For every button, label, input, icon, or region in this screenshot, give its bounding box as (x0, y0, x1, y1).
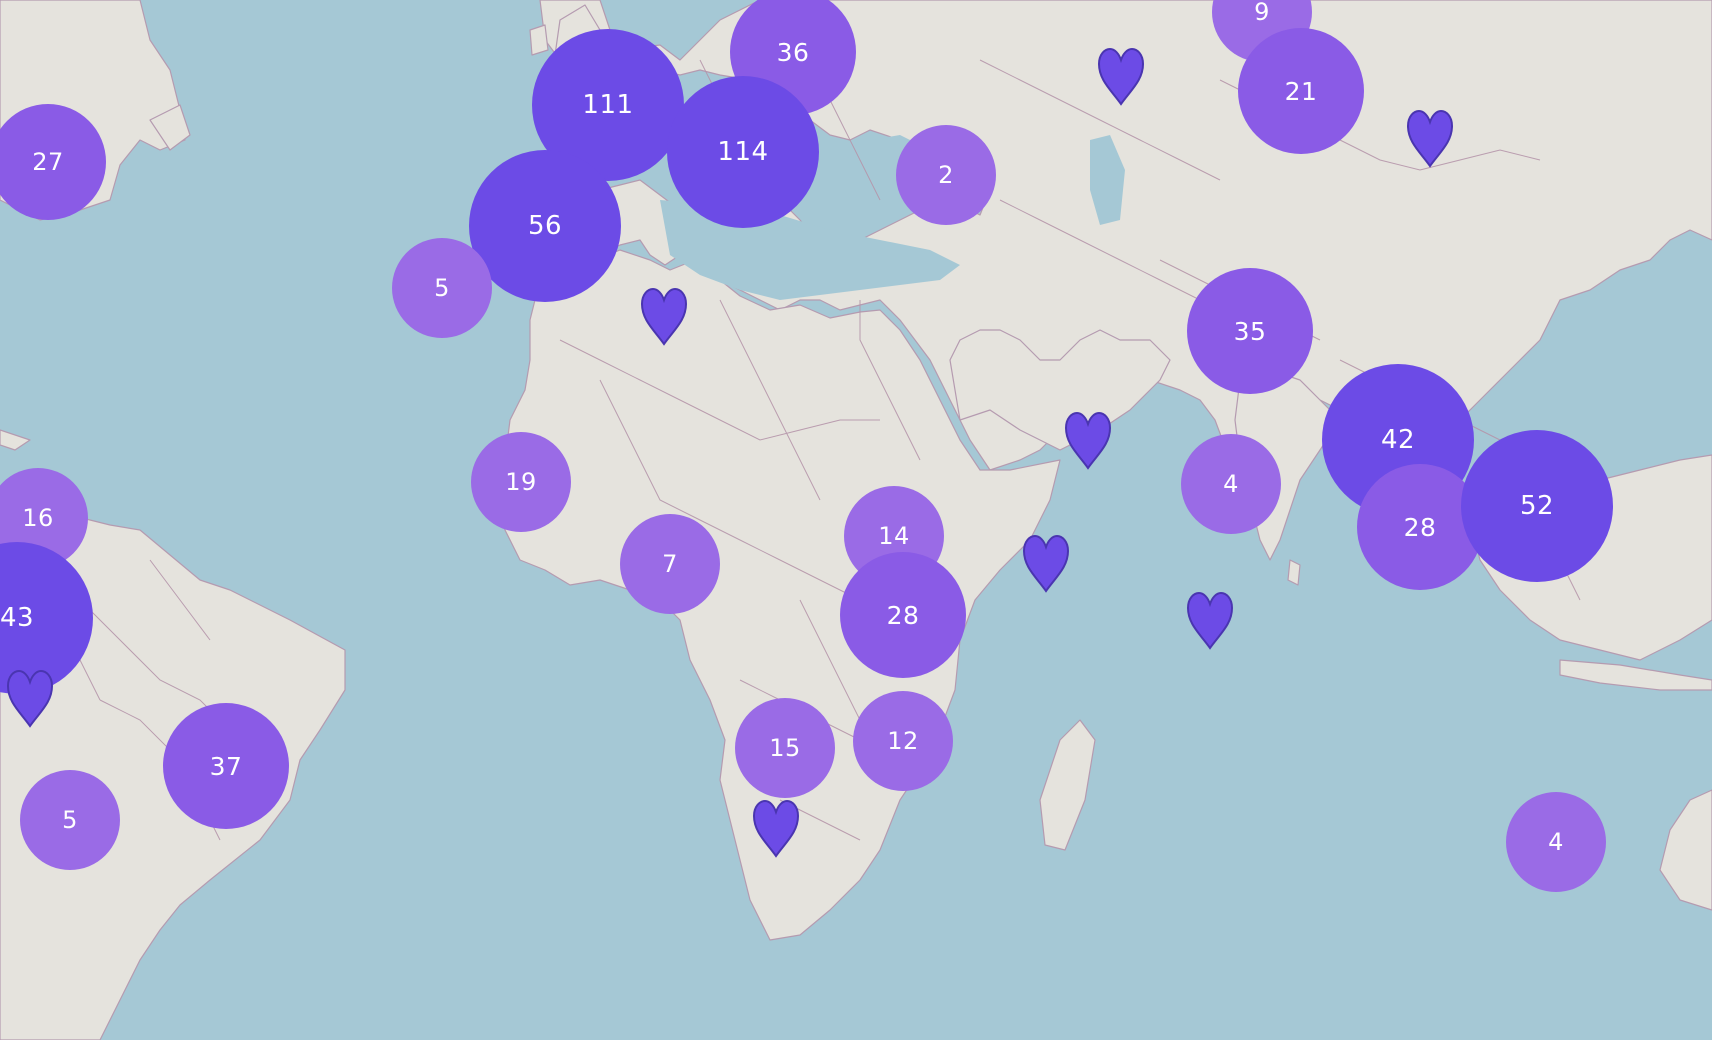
cluster-count: 14 (878, 522, 910, 550)
cluster-marker-caucasus[interactable]: 2 (896, 125, 996, 225)
cluster-count: 16 (22, 504, 54, 532)
cluster-count: 114 (717, 137, 769, 167)
cluster-count: 28 (1403, 512, 1437, 542)
cluster-marker-srilanka[interactable]: 4 (1181, 434, 1281, 534)
cluster-marker-canary[interactable]: 5 (392, 238, 492, 338)
cluster-count: 15 (769, 734, 801, 762)
cluster-count: 36 (776, 37, 810, 67)
cluster-count: 9 (1254, 0, 1270, 26)
cluster-count: 7 (662, 550, 678, 578)
cluster-marker-indonesia[interactable]: 52 (1461, 430, 1613, 582)
cluster-count: 21 (1284, 76, 1318, 106)
cluster-marker-west-africa[interactable]: 19 (471, 432, 571, 532)
heart-pin-icon[interactable] (1184, 590, 1236, 654)
cluster-count: 43 (0, 603, 35, 633)
cluster-count: 12 (887, 727, 919, 755)
cluster-marker-brazil-south[interactable]: 37 (163, 703, 289, 829)
cluster-count: 19 (505, 468, 537, 496)
heart-pin-icon[interactable] (1095, 46, 1147, 110)
cluster-marker-india[interactable]: 35 (1187, 268, 1313, 394)
cluster-marker-iberia[interactable]: 56 (469, 150, 621, 302)
cluster-marker-tanzania[interactable]: 28 (840, 552, 966, 678)
heart-pin-icon[interactable] (4, 668, 56, 732)
cluster-count: 4 (1223, 470, 1239, 498)
cluster-count: 5 (434, 274, 450, 302)
heart-pin-icon[interactable] (1062, 410, 1114, 474)
heart-pin-icon[interactable] (1020, 533, 1072, 597)
cluster-count: 5 (62, 806, 78, 834)
cluster-count: 42 (1380, 425, 1416, 455)
cluster-count: 37 (209, 751, 243, 781)
cluster-count: 28 (886, 600, 920, 630)
cluster-marker-mozambique[interactable]: 12 (853, 691, 953, 791)
cluster-count: 4 (1548, 828, 1564, 856)
world-map[interactable]: 27 111 36 114 56 5 2 9 21 35 4 42 28 52 19 7 14 28 15 12 16 4… (0, 0, 1712, 1040)
cluster-marker-kazakh[interactable]: 21 (1238, 28, 1364, 154)
cluster-count: 27 (32, 148, 64, 176)
cluster-count: 52 (1519, 491, 1555, 521)
cluster-marker-argentina[interactable]: 5 (20, 770, 120, 870)
heart-pin-icon[interactable] (1404, 108, 1456, 172)
cluster-count: 111 (582, 90, 634, 120)
cluster-count: 2 (938, 161, 954, 189)
cluster-count: 56 (527, 211, 563, 241)
heart-pin-icon[interactable] (638, 286, 690, 350)
cluster-count: 35 (1233, 316, 1267, 346)
cluster-marker-australia-edge[interactable]: 4 (1506, 792, 1606, 892)
cluster-marker-zambia[interactable]: 15 (735, 698, 835, 798)
cluster-marker-gulf-guinea[interactable]: 7 (620, 514, 720, 614)
heart-pin-icon[interactable] (750, 798, 802, 862)
cluster-marker-italy[interactable]: 114 (667, 76, 819, 228)
